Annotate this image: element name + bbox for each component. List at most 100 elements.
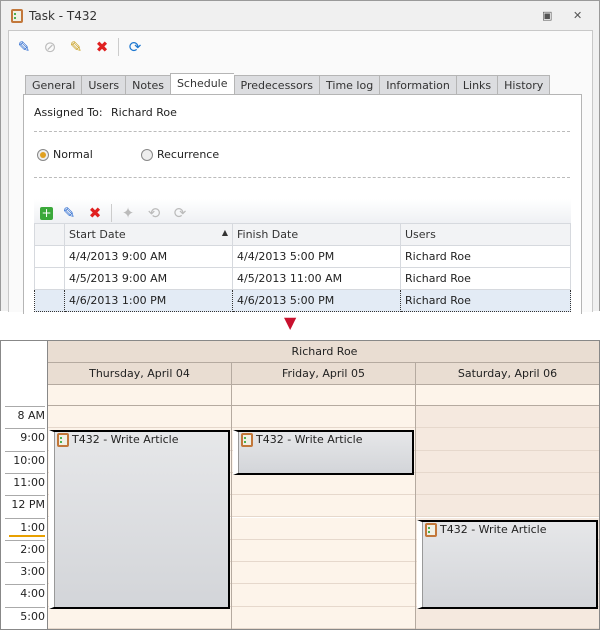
sort-ascending-icon: ▲ [221,228,228,237]
time-slot[interactable] [416,472,599,496]
time-slot[interactable] [232,562,415,585]
time-slot[interactable] [232,584,415,607]
appointment-title: T432 - Write Article [440,522,547,536]
delete-icon[interactable]: ✖ [92,38,112,56]
appointment[interactable]: T432 - Write Article [417,519,598,609]
day-column [232,385,416,629]
tab-notes[interactable]: Notes [125,75,170,96]
schedule-grid: Start Date ▲ Finish Date Users 4/4/2013 9… [34,223,571,312]
column-header-users[interactable]: Users [400,223,571,246]
start-date-cell[interactable]: 4/6/2013 1:00 PM [64,289,233,312]
tab-information[interactable]: Information [379,75,456,96]
edit-icon[interactable]: ✎ [59,204,79,222]
scheduler-calendar: 8 AM 9:00 10:00 11:00 12 PM 1:00 2:00 3:00 4:00 5… [0,340,600,630]
time-slot[interactable] [48,406,231,429]
tool-disabled-icon[interactable]: ✦ [118,204,138,222]
time-slot[interactable] [416,606,599,629]
time-slot[interactable] [232,606,415,629]
day-header: Friday, April 05 [232,363,416,385]
time-slot[interactable] [416,450,599,473]
hour-label: 9:00 [5,428,45,444]
hour-label: 4:00 [5,584,45,600]
appointment[interactable]: T432 - Write Article [233,430,414,475]
time-slot[interactable] [416,428,599,451]
toolbar-separator [111,204,112,222]
window-title: Task - T432 [29,9,98,23]
radio-circle[interactable] [37,148,49,161]
finish-date-cell[interactable]: 4/4/2013 5:00 PM [232,245,401,268]
time-slot[interactable] [232,472,415,496]
task-icon [425,522,437,537]
time-slot[interactable] [232,495,415,518]
hour-label: 12 PM [5,495,45,511]
radio-recurrence[interactable]: Recurrence [141,148,219,161]
time-slot[interactable] [416,495,599,518]
tab-general[interactable]: General [25,75,82,96]
all-day-cell[interactable] [232,385,415,406]
appointment[interactable]: T432 - Write Article [49,430,230,609]
start-date-cell[interactable]: 4/4/2013 9:00 AM [64,245,233,268]
hour-label: 3:00 [5,562,45,578]
resource-header: Richard Roe [48,341,599,363]
task-icon [241,433,253,448]
hour-label: 5:00 [5,606,45,623]
users-cell[interactable]: Richard Roe [400,245,571,268]
table-row[interactable]: 4/5/2013 9:00 AM 4/5/2013 11:00 AM Richard… [34,267,571,290]
time-slot[interactable] [48,606,231,629]
toolbar-separator [118,38,119,56]
toolbar: ✎ ⊘ ✎ ✖ ⟳ [14,35,145,59]
edit-assign-icon[interactable]: ✎ [66,38,86,56]
arrow-down-icon: ▼ [284,313,297,332]
all-day-cell[interactable] [416,385,599,406]
time-slot[interactable] [232,517,415,540]
title-bar: Task - T432 ▣ ✕ [1,1,599,31]
recur2-disabled-icon[interactable]: ⟳ [170,204,190,222]
users-cell[interactable]: Richard Roe [400,289,571,312]
restore-icon[interactable]: ▣ [542,9,552,22]
row-indicator[interactable] [34,289,65,312]
day-header: Saturday, April 06 [416,363,599,385]
tab-time-log[interactable]: Time log [319,75,380,96]
time-slot[interactable] [416,406,599,429]
appointment-title: T432 - Write Article [256,433,363,447]
task-icon [11,9,23,23]
radio-circle[interactable] [141,148,153,161]
add-icon[interactable]: + [40,206,53,220]
row-indicator[interactable] [34,245,65,268]
header-label: Start Date [69,228,126,241]
divider [34,177,570,178]
finish-date-cell[interactable]: 4/6/2013 5:00 PM [232,289,401,312]
divider [34,131,570,132]
row-indicator[interactable] [34,267,65,290]
tab-predecessors[interactable]: Predecessors [233,75,320,96]
assigned-to-label: Assigned To: [34,106,103,119]
refresh-icon[interactable]: ⟳ [125,38,145,56]
column-header-finish-date[interactable]: Finish Date [232,223,401,246]
time-ruler: 8 AM 9:00 10:00 11:00 12 PM 1:00 2:00 3:00 4:00 5… [1,341,48,629]
edit-icon[interactable]: ✎ [14,38,34,56]
cancel-icon[interactable]: ⊘ [40,38,60,56]
day-header: Thursday, April 04 [48,363,232,385]
delete-icon[interactable]: ✖ [85,204,105,222]
radio-normal[interactable]: Normal [37,148,93,161]
task-window: Task - T432 ▣ ✕ ✎ ⊘ ✎ ✖ ⟳ General Users No… [0,0,600,314]
table-row[interactable]: 4/6/2013 1:00 PM 4/6/2013 5:00 PM Richard … [34,289,571,312]
tab-history[interactable]: History [497,75,551,96]
hour-label: 2:00 [5,539,45,556]
finish-date-cell[interactable]: 4/5/2013 11:00 AM [232,267,401,290]
time-slot[interactable] [232,406,415,429]
users-cell[interactable]: Richard Roe [400,267,571,290]
column-header-start-date[interactable]: Start Date ▲ [64,223,233,246]
hour-label: 1:00 [5,517,45,534]
close-icon[interactable]: ✕ [573,9,582,22]
tab-links[interactable]: Links [455,75,498,96]
radio-normal-label: Normal [53,148,93,161]
all-day-cell[interactable] [48,385,231,406]
time-slot[interactable] [232,539,415,563]
start-date-cell[interactable]: 4/5/2013 9:00 AM [64,267,233,290]
hour-label: 10:00 [5,450,45,467]
table-row[interactable]: 4/4/2013 9:00 AM 4/4/2013 5:00 PM Richard … [34,245,571,268]
recur-disabled-icon[interactable]: ⟲ [144,204,164,222]
tab-users[interactable]: Users [81,75,126,96]
hour-label: 11:00 [5,472,45,489]
